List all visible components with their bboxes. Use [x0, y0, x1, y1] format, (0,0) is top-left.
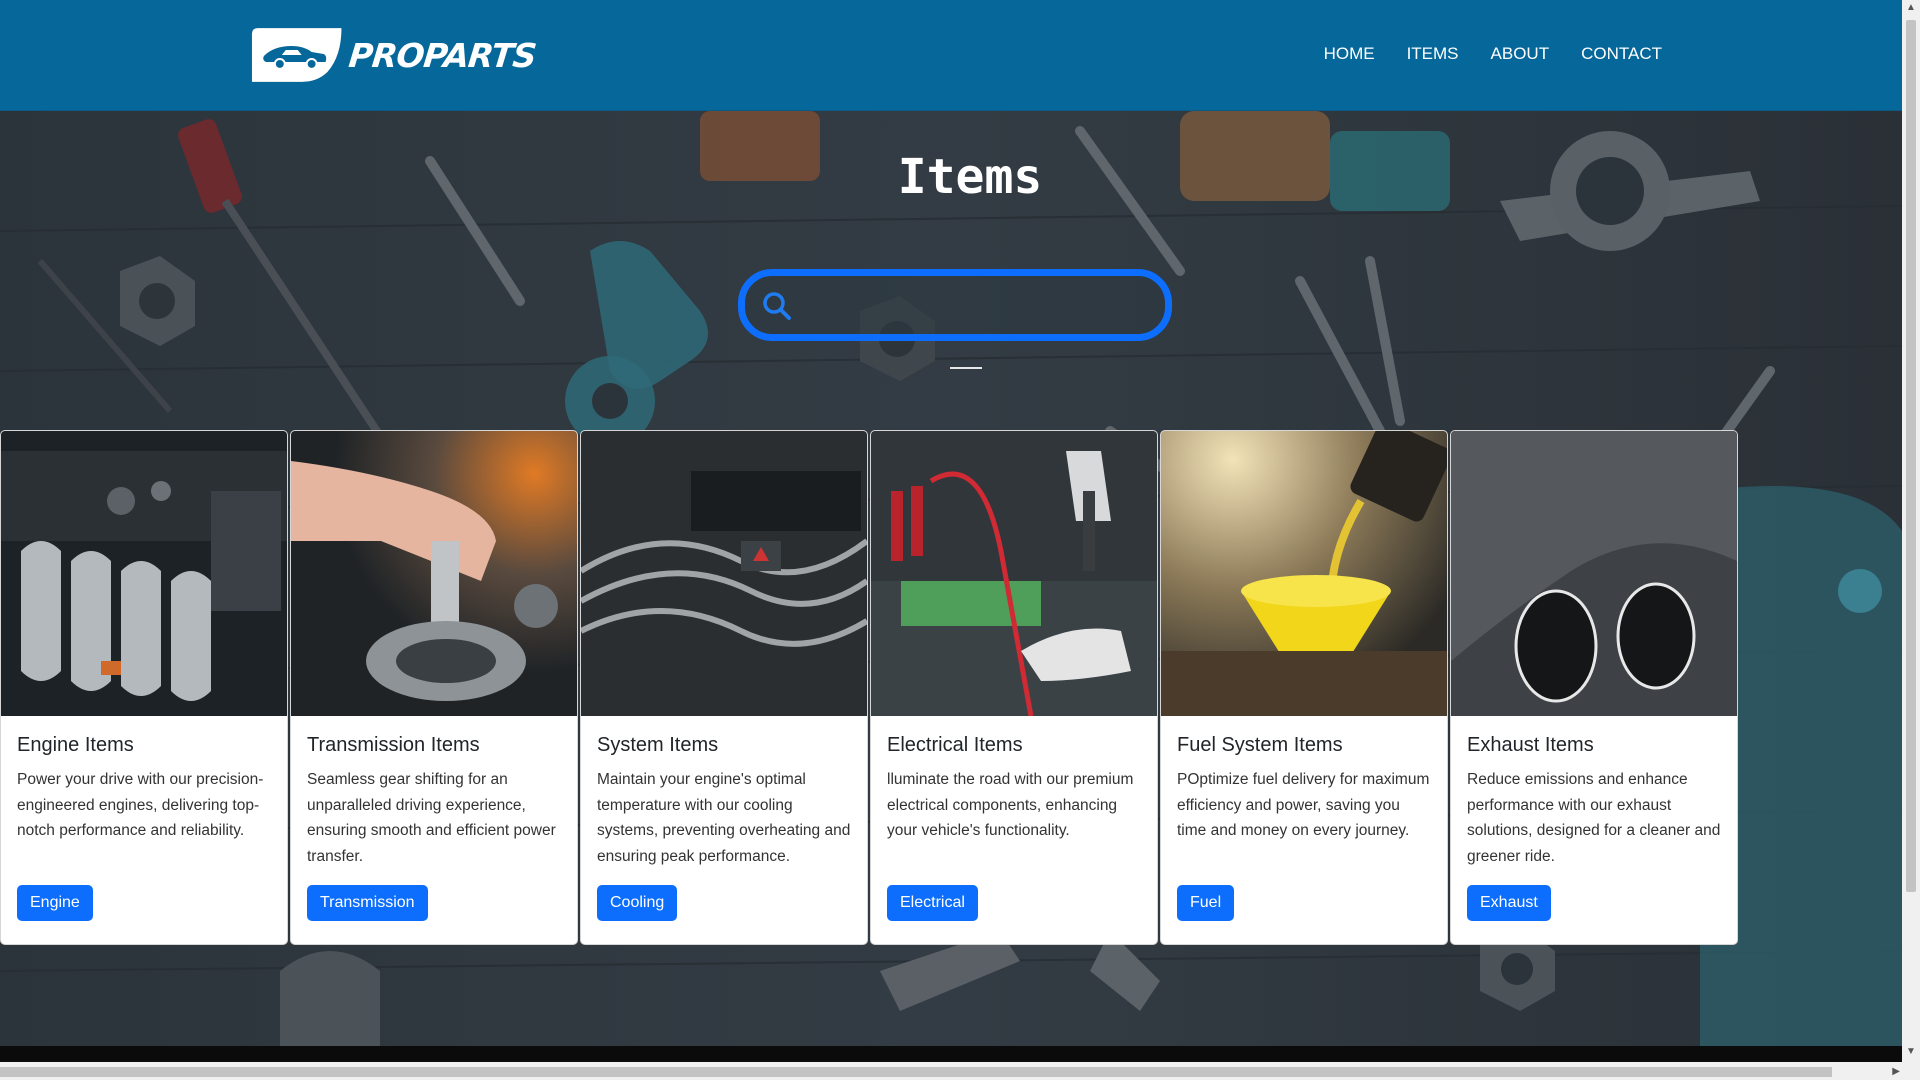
nav-home[interactable]: HOME: [1324, 44, 1375, 64]
card-title: Engine Items: [17, 734, 134, 756]
exhaust-image: [1451, 431, 1737, 716]
card-body: Transmission Items Seamless gear shiftin…: [291, 716, 577, 921]
nav-about[interactable]: ABOUT: [1491, 44, 1550, 64]
vertical-scroll-thumb[interactable]: [1906, 20, 1916, 892]
divider: [950, 367, 982, 369]
card-system: System Items Maintain your engine's opti…: [580, 430, 868, 945]
car-logo-icon: [251, 28, 342, 82]
footer-strip: [0, 1046, 1902, 1062]
category-cards: Engine Items Power your drive with our p…: [0, 430, 1740, 945]
search-box[interactable]: [738, 269, 1172, 341]
card-transmission: Transmission Items Seamless gear shiftin…: [290, 430, 578, 945]
transmission-button[interactable]: Transmission: [307, 885, 428, 921]
card-title: Exhaust Items: [1467, 734, 1594, 756]
search-input[interactable]: [805, 286, 1139, 324]
card-title: System Items: [597, 734, 719, 756]
card-body: Engine Items Power your drive with our p…: [1, 716, 287, 921]
search-icon: [763, 292, 791, 320]
scroll-down-arrow-icon[interactable]: ▼: [1906, 1046, 1916, 1057]
fuel-button[interactable]: Fuel: [1177, 885, 1235, 921]
card-text: Seamless gear shifting for an unparallel…: [307, 771, 556, 865]
exhaust-button[interactable]: Exhaust: [1467, 885, 1551, 921]
brand-name: PROPARTS: [347, 35, 539, 75]
fuel-image: [1161, 431, 1447, 716]
card-title: Fuel System Items: [1177, 734, 1343, 756]
card-body: Fuel System Items POptimize fuel deliver…: [1161, 716, 1447, 921]
scroll-right-arrow-icon[interactable]: ▶: [1892, 1066, 1900, 1077]
nav-contact[interactable]: CONTACT: [1581, 44, 1662, 64]
card-text: Maintain your engine's optimal temperatu…: [597, 771, 851, 865]
engine-button[interactable]: Engine: [17, 885, 93, 921]
card-electrical: Electrical Items lluminate the road with…: [870, 430, 1158, 945]
card-text: lluminate the road with our premium elec…: [887, 771, 1134, 839]
cooling-vent-image: [581, 431, 867, 716]
main-nav: HOME ITEMS ABOUT CONTACT: [1292, 44, 1662, 64]
card-text: Reduce emissions and enhance performance…: [1467, 771, 1721, 865]
scroll-up-arrow-icon[interactable]: ▲: [1906, 2, 1916, 13]
top-navbar: PROPARTS HOME ITEMS ABOUT CONTACT: [0, 0, 1902, 111]
nav-items[interactable]: ITEMS: [1407, 44, 1459, 64]
brand-logo[interactable]: PROPARTS: [246, 26, 539, 84]
horizontal-scrollbar[interactable]: ▶: [0, 1062, 1902, 1080]
vertical-scrollbar[interactable]: ▲ ▼: [1902, 0, 1920, 1080]
electrical-image: [871, 431, 1157, 716]
card-title: Electrical Items: [887, 734, 1023, 756]
transmission-image: [291, 431, 577, 716]
card-body: System Items Maintain your engine's opti…: [581, 716, 867, 921]
horizontal-scroll-thumb[interactable]: [0, 1067, 1832, 1077]
cooling-button[interactable]: Cooling: [597, 885, 678, 921]
card-title: Transmission Items: [307, 734, 480, 756]
card-body: Exhaust Items Reduce emissions and enhan…: [1451, 716, 1737, 921]
card-fuel: Fuel System Items POptimize fuel deliver…: [1160, 430, 1448, 945]
card-text: Power your drive with our precision-engi…: [17, 771, 264, 839]
engine-image: [1, 431, 287, 716]
card-body: Electrical Items lluminate the road with…: [871, 716, 1157, 921]
electrical-button[interactable]: Electrical: [887, 885, 978, 921]
page-title: Items: [897, 149, 1043, 205]
card-exhaust: Exhaust Items Reduce emissions and enhan…: [1450, 430, 1738, 945]
card-engine: Engine Items Power your drive with our p…: [0, 430, 288, 945]
card-text: POptimize fuel delivery for maximum effi…: [1177, 771, 1430, 839]
